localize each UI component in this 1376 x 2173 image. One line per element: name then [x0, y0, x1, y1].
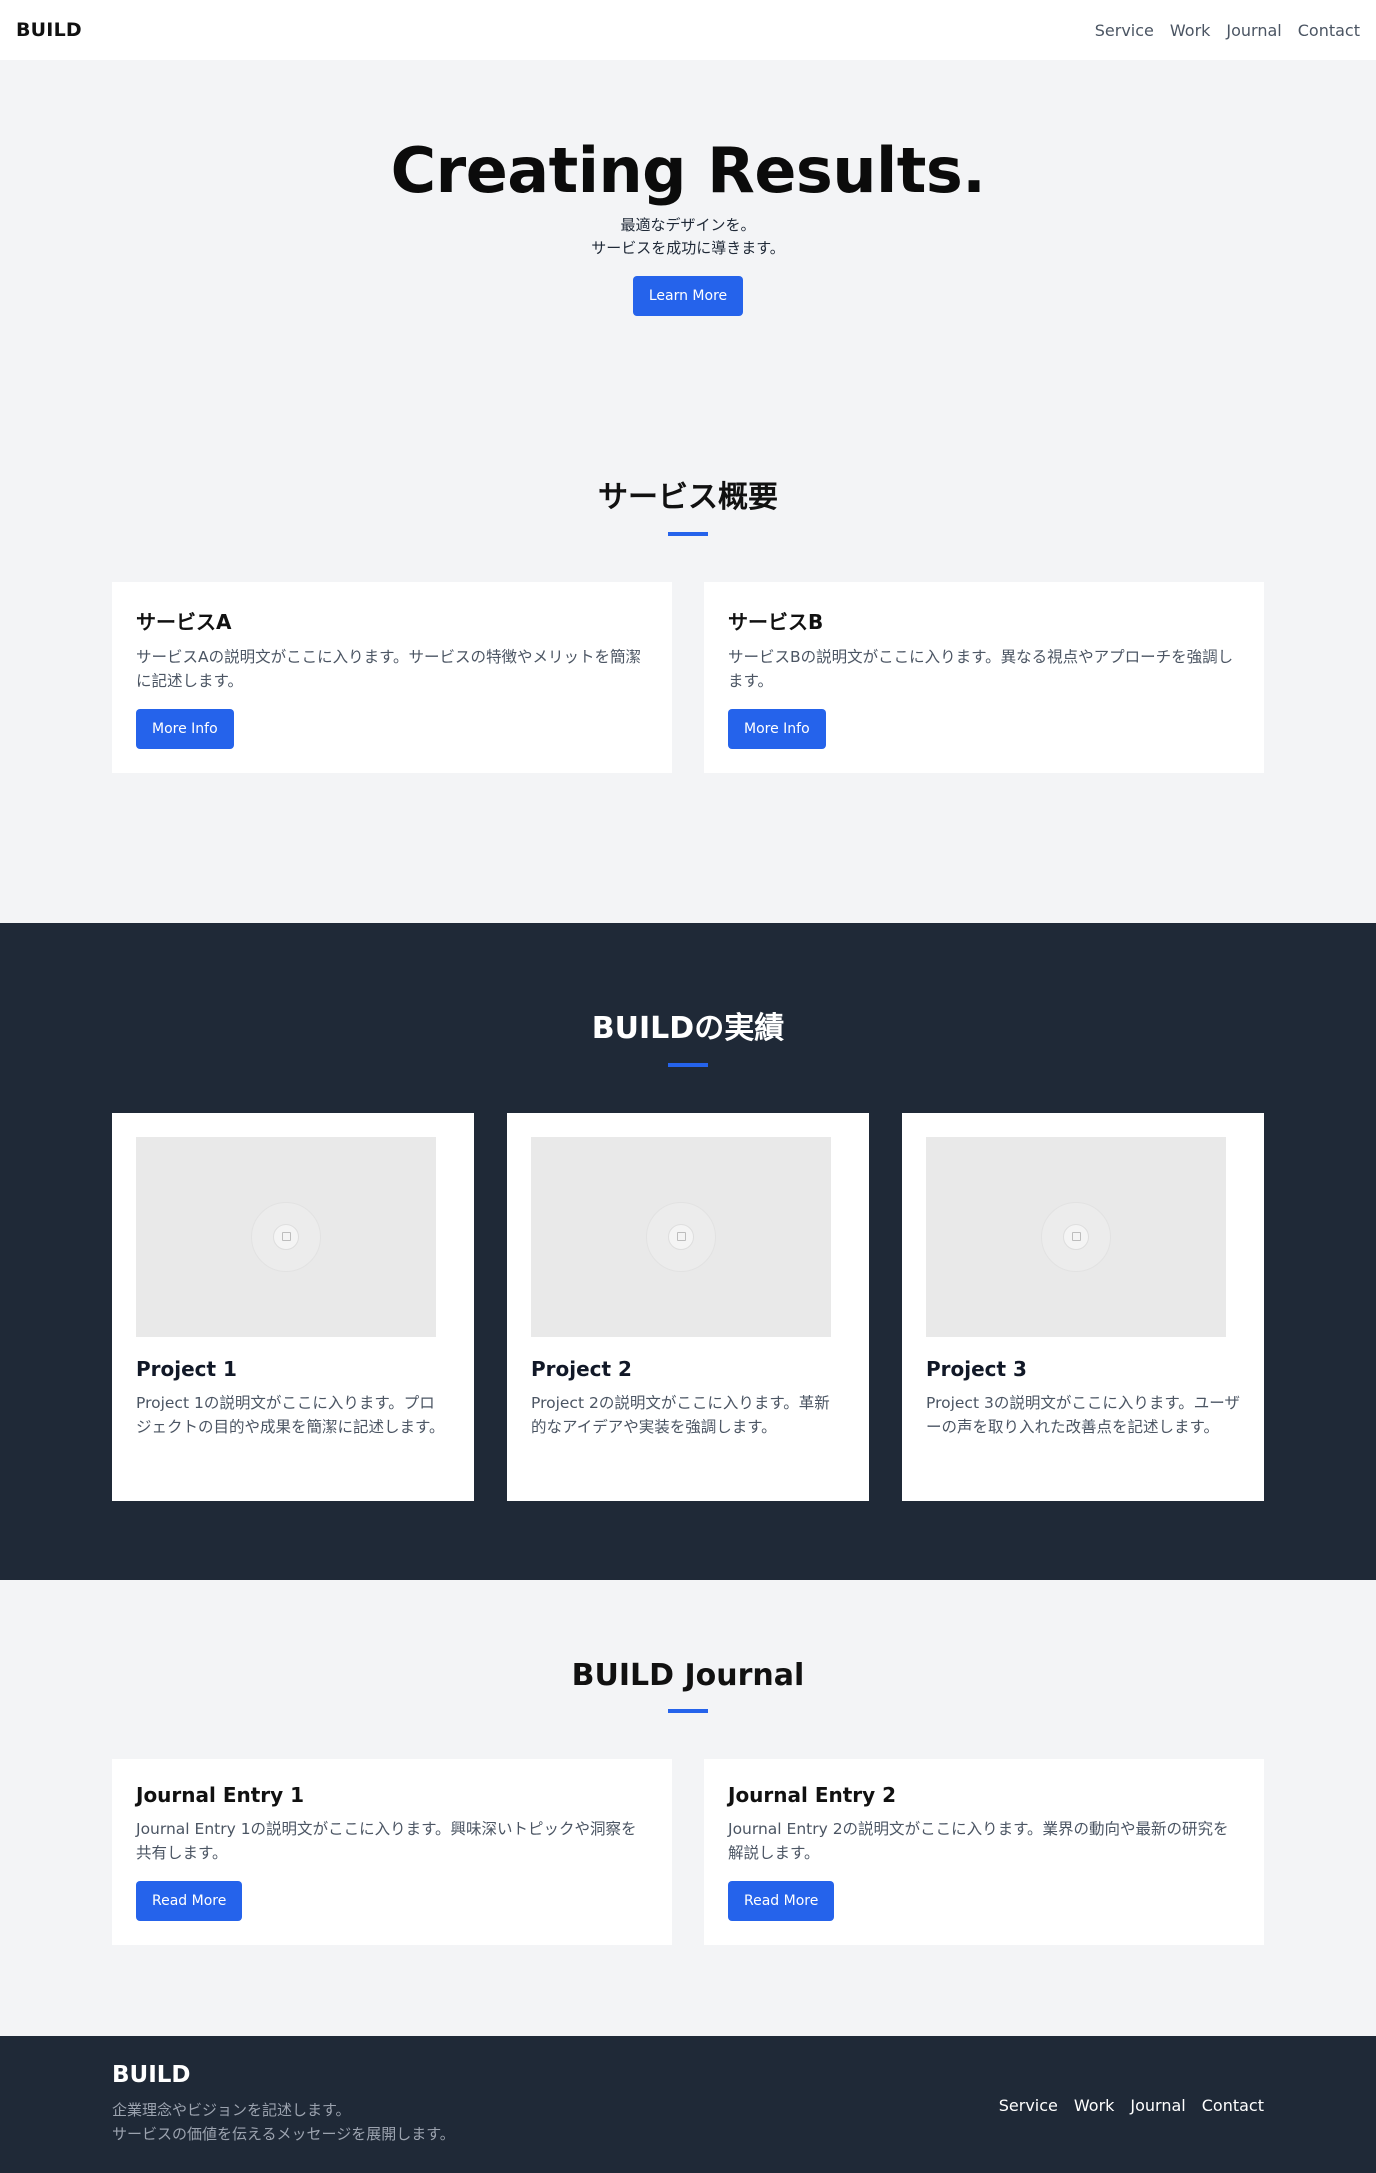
project-card-3: Project 3 Project 3の説明文がここに入ります。ユーザーの声を取… — [902, 1113, 1264, 1501]
footer-description: 企業理念やビジョンを記述します。 サービスの価値を伝えるメッセージを展開します。 — [112, 2098, 455, 2146]
footer-logo[interactable]: BUILD — [112, 2062, 455, 2088]
project-thumbnail — [926, 1137, 1226, 1337]
image-placeholder-icon — [1072, 1232, 1081, 1241]
nav-link-service[interactable]: Service — [1095, 21, 1154, 40]
project-thumbnail — [136, 1137, 436, 1337]
read-more-button[interactable]: Read More — [728, 1881, 835, 1921]
nav-link-work[interactable]: Work — [1170, 21, 1211, 40]
project-card-2: Project 2 Project 2の説明文がここに入ります。革新的なアイデア… — [507, 1113, 869, 1501]
hero-section: Creating Results. 最適なデザインを。 サービスを成功に導きます… — [0, 60, 1376, 390]
journal-section: BUILD Journal Journal Entry 1 Journal En… — [0, 1580, 1376, 2036]
project-text: Project 3の説明文がここに入ります。ユーザーの声を取り入れた改善点を記述… — [926, 1394, 1240, 1436]
journal-entry-text: Journal Entry 2の説明文がここに入ります。業界の動向や最新の研究を… — [728, 1820, 1229, 1862]
hero-subtitle-line-2: サービスを成功に導きます。 — [591, 239, 785, 258]
project-text: Project 1の説明文がここに入ります。プロジェクトの目的や成果を簡潔に記述… — [136, 1394, 445, 1436]
nav-link-contact[interactable]: Contact — [1298, 21, 1360, 40]
footer-link-service[interactable]: Service — [999, 2096, 1058, 2173]
service-card-title: サービスA — [136, 610, 232, 634]
footer-link-journal[interactable]: Journal — [1130, 2096, 1185, 2173]
journal-card-2: Journal Entry 2 Journal Entry 2の説明文がここに入… — [704, 1759, 1264, 1945]
service-card-title: サービスB — [728, 610, 824, 634]
hero-subtitle: 最適なデザインを。 サービスを成功に導きます。 — [0, 214, 1376, 260]
site-header: BUILD Service Work Journal Contact — [0, 0, 1376, 60]
image-placeholder-icon — [282, 1232, 291, 1241]
project-thumbnail — [531, 1137, 831, 1337]
project-title: Project 2 — [531, 1357, 632, 1381]
read-more-button[interactable]: Read More — [136, 1881, 243, 1921]
journal-card-1: Journal Entry 1 Journal Entry 1の説明文がここに入… — [112, 1759, 672, 1945]
work-title: BUILDの実績 — [591, 1011, 785, 1046]
service-card-b: サービスB サービスBの説明文がここに入ります。異なる視点やアプローチを強調しま… — [704, 582, 1264, 773]
project-title: Project 3 — [926, 1357, 1027, 1381]
footer-link-work[interactable]: Work — [1074, 2096, 1115, 2173]
journal-entry-title: Journal Entry 1 — [136, 1783, 305, 1807]
work-section: BUILDの実績 Project 1 Project 1の説明文がここに入ります… — [0, 923, 1376, 1580]
nav-link-journal[interactable]: Journal — [1226, 21, 1281, 40]
main-nav: Service Work Journal Contact — [1095, 21, 1360, 40]
footer-link-contact[interactable]: Contact — [1202, 2096, 1264, 2173]
site-logo[interactable]: BUILD — [16, 19, 82, 41]
section-title-underline — [668, 532, 708, 536]
learn-more-button[interactable]: Learn More — [632, 276, 744, 317]
footer-description-line-1: 企業理念やビジョンを記述します。 — [112, 2101, 351, 2119]
more-info-button[interactable]: More Info — [136, 709, 234, 749]
section-title-underline — [668, 1063, 708, 1067]
project-text: Project 2の説明文がここに入ります。革新的なアイデアや実装を強調します。 — [531, 1394, 830, 1436]
projects-grid: Project 1 Project 1の説明文がここに入ります。プロジェクトの目… — [112, 1113, 1264, 1501]
more-info-button[interactable]: More Info — [728, 709, 826, 749]
site-footer: BUILD 企業理念やビジョンを記述します。 サービスの価値を伝えるメッセージを… — [0, 2036, 1376, 2173]
section-title-underline — [668, 1709, 708, 1713]
journal-entry-title: Journal Entry 2 — [728, 1783, 897, 1807]
hero-subtitle-line-1: 最適なデザインを。 — [620, 216, 756, 235]
journal-entry-text: Journal Entry 1の説明文がここに入ります。興味深いトピックや洞察を… — [136, 1820, 637, 1862]
services-title: サービス概要 — [598, 480, 778, 515]
services-grid: サービスA サービスAの説明文がここに入ります。サービスの特徴やメリットを簡潔に… — [112, 582, 1264, 773]
services-section: サービス概要 サービスA サービスAの説明文がここに入ります。サービスの特徴やメ… — [0, 390, 1376, 923]
service-card-a: サービスA サービスAの説明文がここに入ります。サービスの特徴やメリットを簡潔に… — [112, 582, 672, 773]
project-title: Project 1 — [136, 1357, 237, 1381]
hero-title: Creating Results. — [390, 134, 986, 207]
footer-nav: Service Work Journal Contact — [999, 2096, 1264, 2173]
project-card-1: Project 1 Project 1の説明文がここに入ります。プロジェクトの目… — [112, 1113, 474, 1501]
service-card-text: サービスAの説明文がここに入ります。サービスの特徴やメリットを簡潔に記述します。 — [136, 648, 642, 690]
journal-grid: Journal Entry 1 Journal Entry 1の説明文がここに入… — [112, 1759, 1264, 1945]
footer-description-line-2: サービスの価値を伝えるメッセージを展開します。 — [112, 2125, 455, 2143]
footer-brand: BUILD 企業理念やビジョンを記述します。 サービスの価値を伝えるメッセージを… — [112, 2062, 455, 2173]
image-placeholder-icon — [677, 1232, 686, 1241]
journal-title: BUILD Journal — [571, 1658, 805, 1693]
service-card-text: サービスBの説明文がここに入ります。異なる視点やアプローチを強調します。 — [728, 648, 1234, 690]
